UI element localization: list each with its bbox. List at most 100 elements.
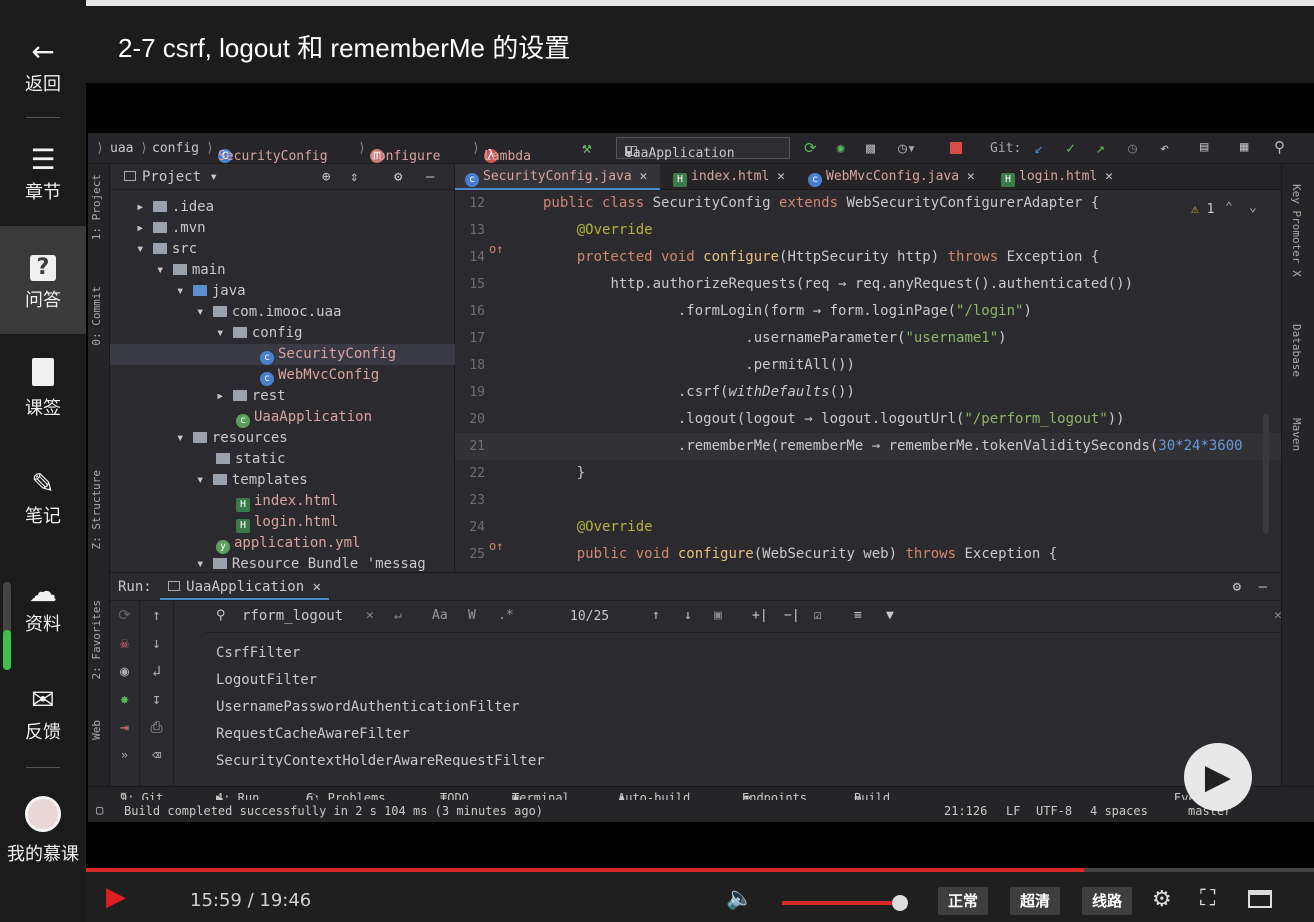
close-icon[interactable]: ✕ xyxy=(967,169,975,184)
tree-item[interactable]: Hindex.html xyxy=(236,491,338,512)
add-cursor-icon[interactable]: +∣ xyxy=(752,608,768,623)
more-icon[interactable]: » xyxy=(110,741,139,769)
close-icon[interactable]: ✕ xyxy=(313,579,321,595)
remove-cursor-icon[interactable]: −∣ xyxy=(784,608,800,623)
tool-commit[interactable]: 0: Commit xyxy=(90,286,103,346)
qa-button[interactable]: ? 问答 xyxy=(0,226,86,334)
tree-item[interactable]: ▾ java xyxy=(176,281,246,302)
scroll-thumb[interactable] xyxy=(3,630,11,670)
arrow-up-icon[interactable]: ↑ xyxy=(140,601,173,629)
tree-item[interactable]: c WebMvcConfig xyxy=(260,365,379,386)
video-player[interactable]: ⟩ uaa ⟩ config ⟩ c SecurityConfig ⟩ m conf… xyxy=(86,83,1314,870)
tool-database[interactable]: Database xyxy=(1290,324,1303,377)
layout-icon[interactable]: ▢ xyxy=(96,803,103,817)
stop-icon[interactable]: ☠ xyxy=(110,629,139,657)
tool-maven[interactable]: Maven xyxy=(1290,418,1303,451)
print-icon[interactable]: ⎙ xyxy=(140,713,173,741)
tree-item[interactable]: ▾ resources xyxy=(176,428,288,449)
build-hammer-icon[interactable]: ⚒ xyxy=(582,138,592,157)
scroll-end-icon[interactable]: ↧ xyxy=(140,685,173,713)
words-toggle[interactable]: W xyxy=(468,608,476,623)
select-occurrence-icon[interactable]: ☑ xyxy=(814,608,822,623)
minimize-icon[interactable]: — xyxy=(426,164,434,190)
tool-web[interactable]: Web xyxy=(90,720,103,740)
tool-project[interactable]: 1: Project xyxy=(90,174,103,240)
tab-securityconfig[interactable]: c SecurityConfig.java ✕ xyxy=(455,164,660,190)
feedback-button[interactable]: ✉ 反馈 xyxy=(0,682,86,744)
tree-item[interactable]: ▾ Resource Bundle 'messag xyxy=(196,554,426,572)
line-separator[interactable]: LF xyxy=(1006,804,1020,818)
tree-item[interactable]: c UaaApplication xyxy=(236,407,372,428)
newline-icon[interactable]: ↵ xyxy=(394,608,402,623)
volume-slider[interactable] xyxy=(782,901,902,905)
tab-webmvcconfig[interactable]: c WebMvcConfig.java ✕ xyxy=(800,164,990,190)
gear-icon[interactable]: ⚙ xyxy=(1233,573,1241,601)
git-commit-icon[interactable]: ✓ xyxy=(1066,139,1075,157)
clear-icon[interactable]: ✕ xyxy=(366,608,374,623)
tool-structure[interactable]: Z: Structure xyxy=(90,470,103,549)
stop-icon[interactable] xyxy=(950,142,962,154)
notes-button[interactable]: ✎ 笔记 xyxy=(0,466,86,528)
volume-knob[interactable] xyxy=(892,895,908,911)
picture-in-picture-icon[interactable] xyxy=(1248,890,1272,908)
trash-icon[interactable]: ⌫ xyxy=(140,741,173,769)
big-play-button[interactable]: ▶ xyxy=(1184,743,1252,811)
tool-key-promoter[interactable]: Key Promoter X xyxy=(1290,184,1303,277)
tree-item[interactable]: Hlogin.html xyxy=(236,512,338,533)
gear-icon[interactable]: ⚙ xyxy=(1152,887,1172,912)
presentation-icon[interactable]: ▦ xyxy=(1240,139,1248,155)
tree-item[interactable]: ▸ .mvn xyxy=(136,218,206,239)
line-button[interactable]: 线路 xyxy=(1082,887,1133,915)
history-icon[interactable]: ◷ xyxy=(1128,139,1137,157)
regex-toggle[interactable]: .* xyxy=(498,608,514,623)
select-all-icon[interactable]: ▣ xyxy=(714,608,722,623)
caret-position[interactable]: 21:126 xyxy=(944,804,987,818)
override-gutter-icon[interactable]: o↑ xyxy=(489,539,503,553)
close-icon[interactable]: ✕ xyxy=(1105,169,1113,184)
tool-favorites[interactable]: 2: Favorites xyxy=(90,600,103,679)
close-icon[interactable]: ✕ xyxy=(777,169,785,184)
progress-bar[interactable] xyxy=(86,868,1314,872)
encoding[interactable]: UTF-8 xyxy=(1036,804,1072,818)
match-case-toggle[interactable]: Aa xyxy=(432,608,448,623)
close-icon[interactable]: ✕ xyxy=(1274,608,1282,623)
next-match-icon[interactable]: ↓ xyxy=(684,608,692,623)
crumb-uaa[interactable]: uaa xyxy=(110,141,133,156)
minimize-icon[interactable]: — xyxy=(1259,573,1267,601)
previous-match-icon[interactable]: ↑ xyxy=(652,608,660,623)
bookmark-button[interactable]: 课签 xyxy=(0,358,86,420)
search-icon[interactable]: ⚲ xyxy=(1274,138,1285,156)
tree-item-selected[interactable]: c SecurityConfig xyxy=(110,344,455,365)
gear-icon[interactable]: ⚙ xyxy=(394,164,402,190)
volume-icon[interactable]: 🔈 xyxy=(726,886,753,911)
tree-item[interactable]: ▸ rest xyxy=(216,386,286,407)
tree-item[interactable]: ▾ templates xyxy=(196,470,308,491)
back-button[interactable]: ← 返回 xyxy=(0,34,86,96)
arrow-down-icon[interactable]: ↓ xyxy=(140,629,173,657)
materials-button[interactable]: ☁ 资料 xyxy=(0,574,86,636)
git-push-icon[interactable]: ↗ xyxy=(1096,139,1105,157)
tree-item[interactable]: ▾ com.imooc.uaa xyxy=(196,302,341,323)
tree-item[interactable]: ▾ src xyxy=(136,239,197,260)
debug-bug-icon[interactable]: ✺ xyxy=(836,139,845,157)
rollback-icon[interactable]: ↶ xyxy=(1160,139,1169,157)
rerun-icon[interactable]: ⟳ xyxy=(110,601,139,629)
tab-login-html[interactable]: Hlogin.html ✕ xyxy=(993,164,1123,190)
quality-button[interactable]: 超清 xyxy=(1010,887,1061,915)
editor-scrollbar[interactable] xyxy=(1263,414,1269,534)
exit-icon[interactable]: ⇥ xyxy=(110,713,139,741)
project-structure-icon[interactable]: ▤ xyxy=(1200,139,1208,155)
tree-item[interactable]: ▸ .idea xyxy=(136,197,214,218)
crumb-config[interactable]: config xyxy=(152,141,199,156)
coverage-icon[interactable]: ▩ xyxy=(866,139,875,157)
tree-item[interactable]: ▾ config xyxy=(216,323,302,344)
project-title[interactable]: Project xyxy=(142,169,201,185)
rerun-icon[interactable]: ⟳ xyxy=(804,139,817,157)
tab-index-html[interactable]: Hindex.html ✕ xyxy=(665,164,800,190)
play-button[interactable]: ▶ xyxy=(106,882,126,912)
indent[interactable]: 4 spaces xyxy=(1090,804,1148,818)
tree-item[interactable]: static xyxy=(216,449,286,470)
git-update-icon[interactable]: ↙ xyxy=(1034,139,1043,157)
speed-button[interactable]: 正常 xyxy=(938,887,989,915)
collapse-icon[interactable]: ⇕ xyxy=(350,164,358,190)
